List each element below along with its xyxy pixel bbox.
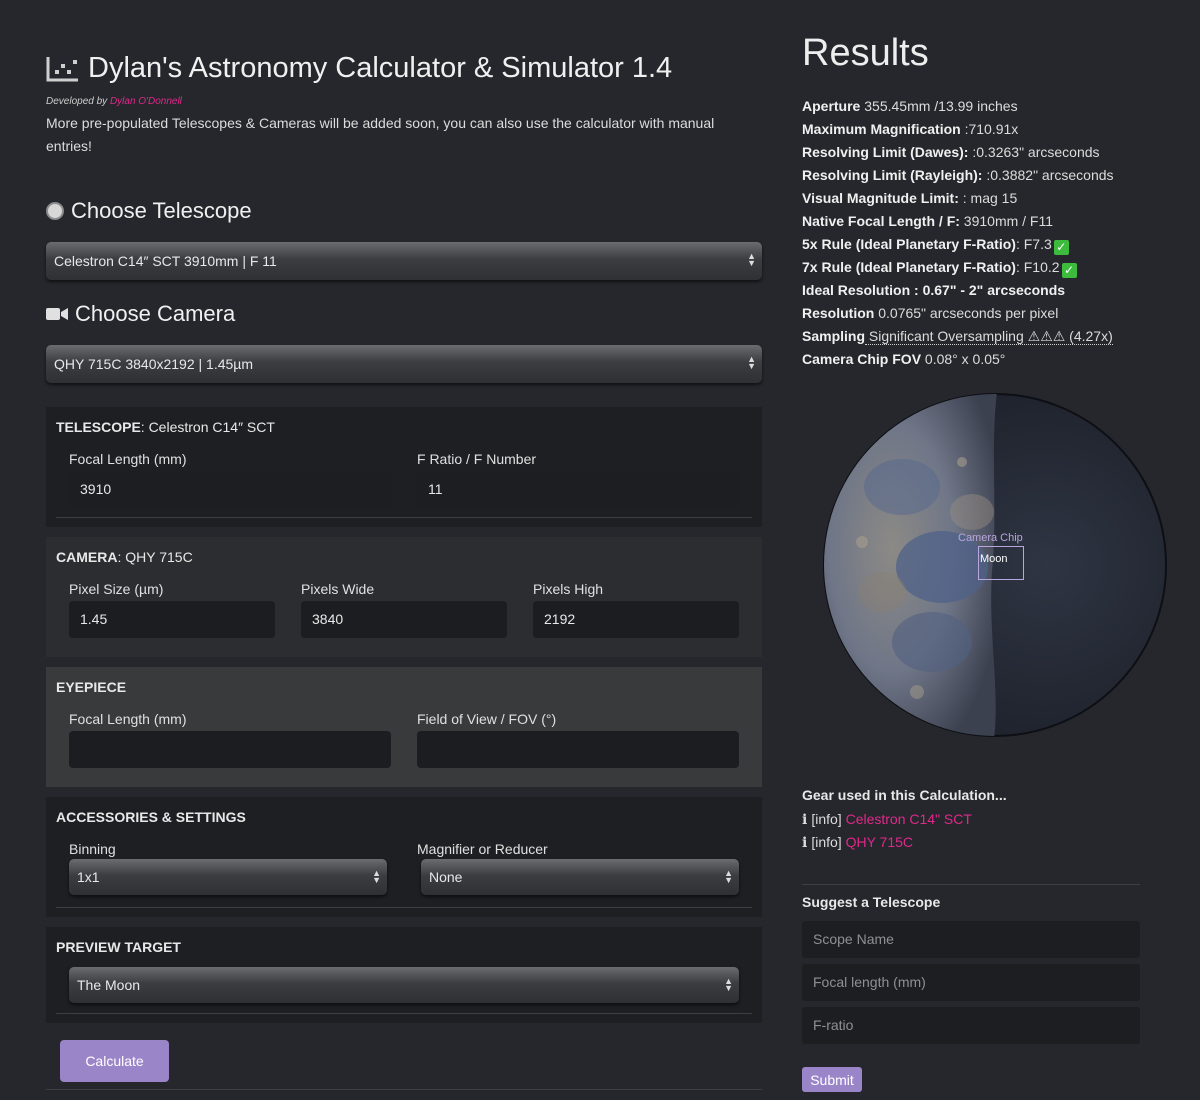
divider (802, 884, 1140, 885)
pixels-high-input[interactable]: 2192 (533, 601, 739, 638)
pixel-size-input[interactable]: 1.45 (69, 601, 275, 638)
divider (56, 1013, 752, 1014)
gear-title: Gear used in this Calculation... (802, 787, 1007, 803)
eyepiece-focal-length-input[interactable] (69, 731, 391, 768)
telescope-heading-label: Choose Telescope (71, 198, 252, 223)
gear-telescope-link[interactable]: Celestron C14" SCT (846, 811, 972, 827)
camera-heading: Choose Camera (46, 301, 235, 327)
telescope-select[interactable]: Celestron C14″ SCT 3910mm | F 11 ▲ ▼ (46, 242, 762, 280)
gear-camera-row: i [info] QHY 715C (802, 834, 913, 851)
result-native-focal-length: Native Focal Length / F: 3910mm / F11 (802, 213, 1054, 229)
developer-link[interactable]: Dylan O'Donnell (110, 96, 182, 107)
results-list: Aperture 355.45mm /13.99 inches Maximum … (802, 95, 1114, 371)
preview-target-title: PREVIEW TARGET (56, 939, 181, 955)
camera-chip-label: Camera Chip (958, 532, 1023, 544)
result-ideal-resolution: Ideal Resolution : 0.67" - 2" arcseconds (802, 282, 1066, 298)
f-ratio-input[interactable]: 11 (417, 471, 739, 508)
eyepiece-panel-title: EYEPIECE (56, 679, 127, 695)
result-visual-magnitude: Visual Magnitude Limit: : mag 15 (802, 190, 1018, 206)
binning-label: Binning (69, 841, 116, 857)
telescope-panel-title: TELESCOPE: Celestron C14″ SCT (56, 419, 275, 435)
fov-input[interactable] (417, 731, 739, 768)
info-icon: i (802, 812, 808, 828)
title-row: Dylan's Astronomy Calculator & Simulator… (46, 52, 672, 85)
focal-length-input[interactable]: 3910 (69, 471, 391, 508)
calculate-button[interactable]: Calculate (60, 1040, 169, 1082)
accessories-panel-title: ACCESSORIES & SETTINGS (56, 809, 246, 825)
target-label: Moon (980, 553, 1008, 565)
camera-select-value: QHY 715C 3840x2192 | 1.45µm (54, 356, 254, 372)
result-rayleigh: Resolving Limit (Rayleigh): :0.3882" arc… (802, 167, 1114, 183)
preview-target-value: The Moon (77, 977, 141, 993)
gear-telescope-row: i [info] Celestron C14" SCT (802, 811, 972, 828)
magnifier-label: Magnifier or Reducer (417, 841, 548, 857)
preview-target-select[interactable]: The Moon ▲ ▼ (69, 967, 739, 1003)
camera-panel-title: CAMERA: QHY 715C (56, 549, 193, 565)
focal-length-suggest-input[interactable]: Focal length (mm) (802, 964, 1140, 1001)
pixels-wide-input[interactable]: 3840 (301, 601, 507, 638)
developer-credit: Developed by Dylan O'Donnell (46, 96, 182, 107)
f-ratio-suggest-input[interactable]: F-ratio (802, 1007, 1140, 1044)
pixels-high-label: Pixels High (533, 581, 604, 597)
check-icon: ✓ (1061, 263, 1077, 278)
telescope-select-value: Celestron C14″ SCT 3910mm | F 11 (54, 253, 277, 269)
results-title: Results (802, 32, 929, 74)
result-chip-fov: Camera Chip FOV 0.08° x 0.05° (802, 351, 1006, 367)
gear-camera-link[interactable]: QHY 715C (846, 834, 913, 850)
info-prefix: [info] (811, 834, 842, 850)
submit-button[interactable]: Submit (802, 1067, 862, 1092)
suggest-title: Suggest a Telescope (802, 894, 941, 910)
select-arrows-icon: ▲ ▼ (747, 354, 756, 371)
check-icon: ✓ (1053, 240, 1069, 255)
binning-select[interactable]: 1x1 ▲ ▼ (69, 859, 387, 895)
select-arrows-icon: ▲ ▼ (747, 251, 756, 268)
focal-length-label: Focal Length (mm) (69, 451, 187, 467)
magnifier-select[interactable]: None ▲ ▼ (421, 859, 739, 895)
camera-panel: CAMERA: QHY 715C Pixel Size (µm) 1.45 Pi… (46, 537, 762, 657)
scope-name-input[interactable]: Scope Name (802, 921, 1140, 958)
magnifier-value: None (429, 869, 463, 885)
radio-icon (46, 202, 64, 220)
telescope-heading: Choose Telescope (46, 198, 252, 224)
select-arrows-icon: ▲ ▼ (724, 976, 733, 993)
result-dawes: Resolving Limit (Dawes): :0.3263" arcsec… (802, 144, 1100, 160)
divider (46, 1089, 762, 1090)
intro-text: More pre-populated Telescopes & Cameras … (46, 115, 715, 154)
info-prefix: [info] (811, 811, 842, 827)
preview-target-panel: PREVIEW TARGET The Moon ▲ ▼ (46, 927, 762, 1023)
result-7x-rule: 7x Rule (Ideal Planetary F-Ratio): F10.2… (802, 256, 1114, 279)
eyepiece-focal-length-label: Focal Length (mm) (69, 711, 187, 727)
result-resolution: Resolution 0.0765" arcseconds per pixel (802, 305, 1059, 321)
accessories-panel: ACCESSORIES & SETTINGS Binning 1x1 ▲ ▼ Ma… (46, 797, 762, 917)
eyepiece-panel: EYEPIECE Focal Length (mm) Field of View… (46, 667, 762, 787)
fov-label: Field of View / FOV (°) (417, 711, 557, 727)
result-5x-rule: 5x Rule (Ideal Planetary F-Ratio): F7.3 ✓ (802, 233, 1114, 256)
pixels-wide-label: Pixels Wide (301, 581, 375, 597)
camera-select[interactable]: QHY 715C 3840x2192 | 1.45µm ▲ ▼ (46, 345, 762, 383)
f-ratio-label: F Ratio / F Number (417, 451, 537, 467)
telescope-panel: TELESCOPE: Celestron C14″ SCT Focal Leng… (46, 407, 762, 527)
divider (56, 907, 752, 908)
page-title: Dylan's Astronomy Calculator & Simulator… (88, 52, 673, 84)
pixel-size-label: Pixel Size (µm) (69, 581, 164, 597)
camera-heading-label: Choose Camera (75, 301, 236, 326)
developer-prefix: Developed by (46, 96, 108, 107)
result-aperture: Aperture 355.45mm /13.99 inches (802, 98, 1018, 114)
divider (56, 517, 752, 518)
binning-value: 1x1 (77, 869, 100, 885)
scatter-chart-icon (46, 56, 78, 81)
select-arrows-icon: ▲ ▼ (372, 868, 381, 885)
info-icon: i (802, 835, 808, 851)
video-camera-icon (46, 308, 68, 320)
select-arrows-icon: ▲ ▼ (724, 868, 733, 885)
result-sampling: Sampling Significant Oversampling ⚠⚠⚠ (4… (802, 328, 1113, 345)
result-max-magnification: Maximum Magnification :710.91x (802, 121, 1019, 137)
